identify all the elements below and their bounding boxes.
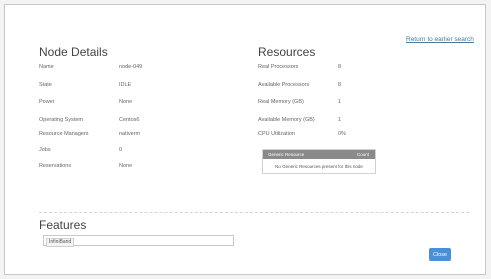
generic-resource-column-header: Generic Resource [268,152,305,157]
node-details-modal: Return to earlier search Node Details Na… [4,4,486,275]
cpu-utilization-label: CPU Utilization [258,131,295,137]
real-memory-value: 1 [338,99,342,105]
state-label: State [39,82,52,88]
available-processors-label: Available Processors [258,82,310,88]
section-divider [39,212,469,213]
os-label: Operating System [39,117,84,123]
real-processors-value: 8 [338,64,342,70]
count-column-header: Count [356,152,369,157]
reservations-value: None [119,163,133,169]
os-value: Centos6 [119,117,140,123]
resource-managers-value: nativerm [119,131,141,137]
generic-resources-empty-message: No Generic Resources present for this no… [275,164,363,169]
available-memory-value: 1 [338,117,342,123]
jobs-value: 0 [119,147,123,153]
power-label: Power [39,99,55,105]
resource-managers-label: Resource Managers [39,131,89,137]
available-processors-value: 8 [338,82,342,88]
generic-resources-header: Generic Resource Count [263,150,375,159]
jobs-label: Jobs [39,147,51,153]
available-memory-label: Available Memory (GB) [258,117,315,123]
generic-resources-table: Generic Resource Count No Generic Resour… [262,149,376,174]
node-details-heading: Node Details [39,45,108,59]
features-heading: Features [39,218,87,232]
real-processors-label: Real Processors [258,64,299,70]
state-value: IDLE [119,82,132,88]
return-to-search-link[interactable]: Return to earlier search [406,36,474,43]
real-memory-label: Real Memory (GB) [258,99,304,105]
resources-heading: Resources [258,45,316,59]
reservations-label: Reservations [39,163,72,169]
features-field[interactable]: InfiniBand [43,235,234,247]
power-value: None [119,99,133,105]
name-label: Name [39,64,54,70]
feature-tag: InfiniBand [46,237,75,247]
close-button[interactable]: Close [429,248,451,261]
cpu-utilization-value: 0% [338,131,346,137]
name-value: node-049 [119,64,143,70]
